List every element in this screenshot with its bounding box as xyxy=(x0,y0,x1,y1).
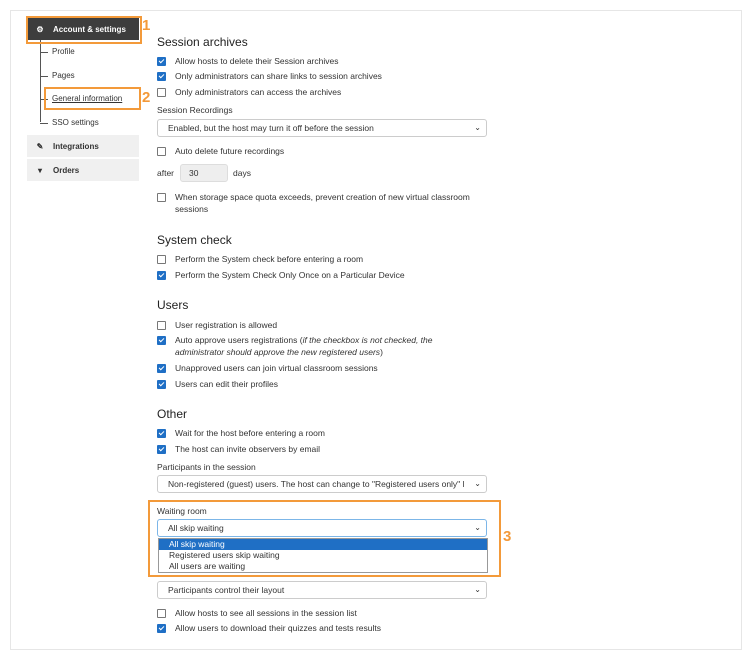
checkbox-label: Only administrators can share links to s… xyxy=(175,71,382,81)
recordings-label: Session Recordings xyxy=(157,105,233,115)
checkbox-row[interactable]: Unapproved users can join virtual classr… xyxy=(157,362,378,374)
checkbox-row[interactable]: Allow hosts to delete their Session arch… xyxy=(157,55,338,67)
dropdown-option[interactable]: All skip waiting xyxy=(159,539,487,550)
checkbox-unchecked[interactable] xyxy=(157,255,166,264)
checkbox-row[interactable]: Allow users to download their quizzes an… xyxy=(157,622,381,634)
callout-box-2 xyxy=(44,87,141,110)
plug-icon: ✎ xyxy=(36,141,44,151)
checkbox-label: Auto approve users registrations (if the… xyxy=(175,335,433,357)
checkbox-row[interactable]: User registration is allowed xyxy=(157,319,277,331)
dropdown-option[interactable]: All users are waiting xyxy=(159,561,487,572)
checkbox-unchecked[interactable] xyxy=(157,193,166,202)
select-value: Non-registered (guest) users. The host c… xyxy=(168,479,465,489)
checkbox-label: Perform the System Check Only Once on a … xyxy=(175,270,405,280)
checkbox-row[interactable]: Allow hosts to see all sessions in the s… xyxy=(157,607,357,619)
sidebar-subitem-sso-settings[interactable]: SSO settings xyxy=(40,118,99,127)
checkbox-label: Allow hosts to see all sessions in the s… xyxy=(175,608,357,618)
checkbox-label: Allow hosts to delete their Session arch… xyxy=(175,56,339,66)
checkbox-unchecked[interactable] xyxy=(157,147,166,156)
days-input[interactable]: 30 xyxy=(180,164,228,182)
participants-select[interactable]: Non-registered (guest) users. The host c… xyxy=(157,475,487,493)
checkbox-row[interactable]: Wait for the host before entering a room xyxy=(157,427,325,439)
callout-number-1: 1 xyxy=(142,17,151,34)
checkbox-checked[interactable] xyxy=(157,57,166,66)
checkbox-label: The host can invite observers by email xyxy=(175,444,321,454)
layout-select[interactable]: Participants control their layout ⌄ xyxy=(157,581,487,599)
select-value: Enabled, but the host may turn it off be… xyxy=(168,123,374,133)
checkbox-label: Wait for the host before entering a room xyxy=(175,428,325,438)
checkbox-unchecked[interactable] xyxy=(157,88,166,97)
chevron-down-icon: ⌄ xyxy=(474,123,481,132)
checkbox-checked[interactable] xyxy=(157,445,166,454)
participants-label: Participants in the session xyxy=(157,462,256,472)
checkbox-row[interactable]: Only administrators can access the archi… xyxy=(157,86,341,98)
checkbox-checked[interactable] xyxy=(157,364,166,373)
cart-icon: ▾ xyxy=(37,165,42,175)
checkbox-label: User registration is allowed xyxy=(175,320,278,330)
checkbox-label: When storage space quota exceeds, preven… xyxy=(175,192,470,214)
checkbox-row[interactable]: Only administrators can share links to s… xyxy=(157,70,382,82)
chevron-down-icon: ⌄ xyxy=(474,585,481,594)
waiting-room-label: Waiting room xyxy=(157,506,207,516)
checkbox-label: Users can edit their profiles xyxy=(175,379,278,389)
callout-number-2: 2 xyxy=(142,89,151,106)
checkbox-row[interactable]: The host can invite observers by email xyxy=(157,443,320,455)
sidebar-item-label: Integrations xyxy=(53,141,99,151)
waiting-room-dropdown: All skip waiting Registered users skip w… xyxy=(158,538,488,573)
waiting-room-select[interactable]: All skip waiting ⌄ xyxy=(157,519,487,537)
sidebar-item-integrations[interactable]: ✎ Integrations xyxy=(27,135,139,157)
dropdown-option[interactable]: Registered users skip waiting xyxy=(159,550,487,561)
checkbox-row[interactable]: Perform the System Check Only Once on a … xyxy=(157,269,405,281)
checkbox-row[interactable]: Auto approve users registrations (if the… xyxy=(157,334,433,358)
checkbox-label: Perform the System check before entering… xyxy=(175,254,364,264)
days-label: days xyxy=(233,168,251,178)
callout-box-1 xyxy=(26,16,142,44)
section-title-system-check: System check xyxy=(157,233,232,247)
checkbox-checked[interactable] xyxy=(157,624,166,633)
section-title-other: Other xyxy=(157,407,188,421)
checkbox-label: Auto delete future recordings xyxy=(175,146,285,156)
checkbox-label: Allow users to download their quizzes an… xyxy=(175,623,381,633)
select-value: All skip waiting xyxy=(168,523,224,533)
recordings-select[interactable]: Enabled, but the host may turn it off be… xyxy=(157,119,487,137)
sidebar-item-label: Orders xyxy=(53,165,80,175)
checkbox-label: Unapproved users can join virtual classr… xyxy=(175,363,378,373)
checkbox-row[interactable]: Auto delete future recordings xyxy=(157,145,284,157)
checkbox-unchecked[interactable] xyxy=(157,321,166,330)
after-label: after xyxy=(157,168,175,178)
sidebar-item-orders[interactable]: ▾ Orders xyxy=(27,159,139,181)
checkbox-row[interactable]: Users can edit their profiles xyxy=(157,378,278,390)
checkbox-checked[interactable] xyxy=(157,72,166,81)
sidebar-subitem-profile[interactable]: Profile xyxy=(40,47,75,56)
section-title-users: Users xyxy=(157,298,189,312)
checkbox-checked[interactable] xyxy=(157,380,166,389)
checkbox-checked[interactable] xyxy=(157,429,166,438)
checkbox-checked[interactable] xyxy=(157,336,166,345)
callout-number-3: 3 xyxy=(503,528,512,545)
checkbox-unchecked[interactable] xyxy=(157,609,166,618)
checkbox-checked[interactable] xyxy=(157,271,166,280)
chevron-down-icon: ⌄ xyxy=(474,479,481,488)
sidebar-subitem-pages[interactable]: Pages xyxy=(40,71,75,80)
checkbox-label: Only administrators can access the archi… xyxy=(175,87,342,97)
checkbox-row[interactable]: When storage space quota exceeds, preven… xyxy=(157,191,470,215)
checkbox-row[interactable]: Perform the System check before entering… xyxy=(157,253,363,265)
select-value: Participants control their layout xyxy=(168,585,285,595)
chevron-down-icon: ⌄ xyxy=(474,523,481,532)
section-title-session-archives: Session archives xyxy=(157,35,248,49)
